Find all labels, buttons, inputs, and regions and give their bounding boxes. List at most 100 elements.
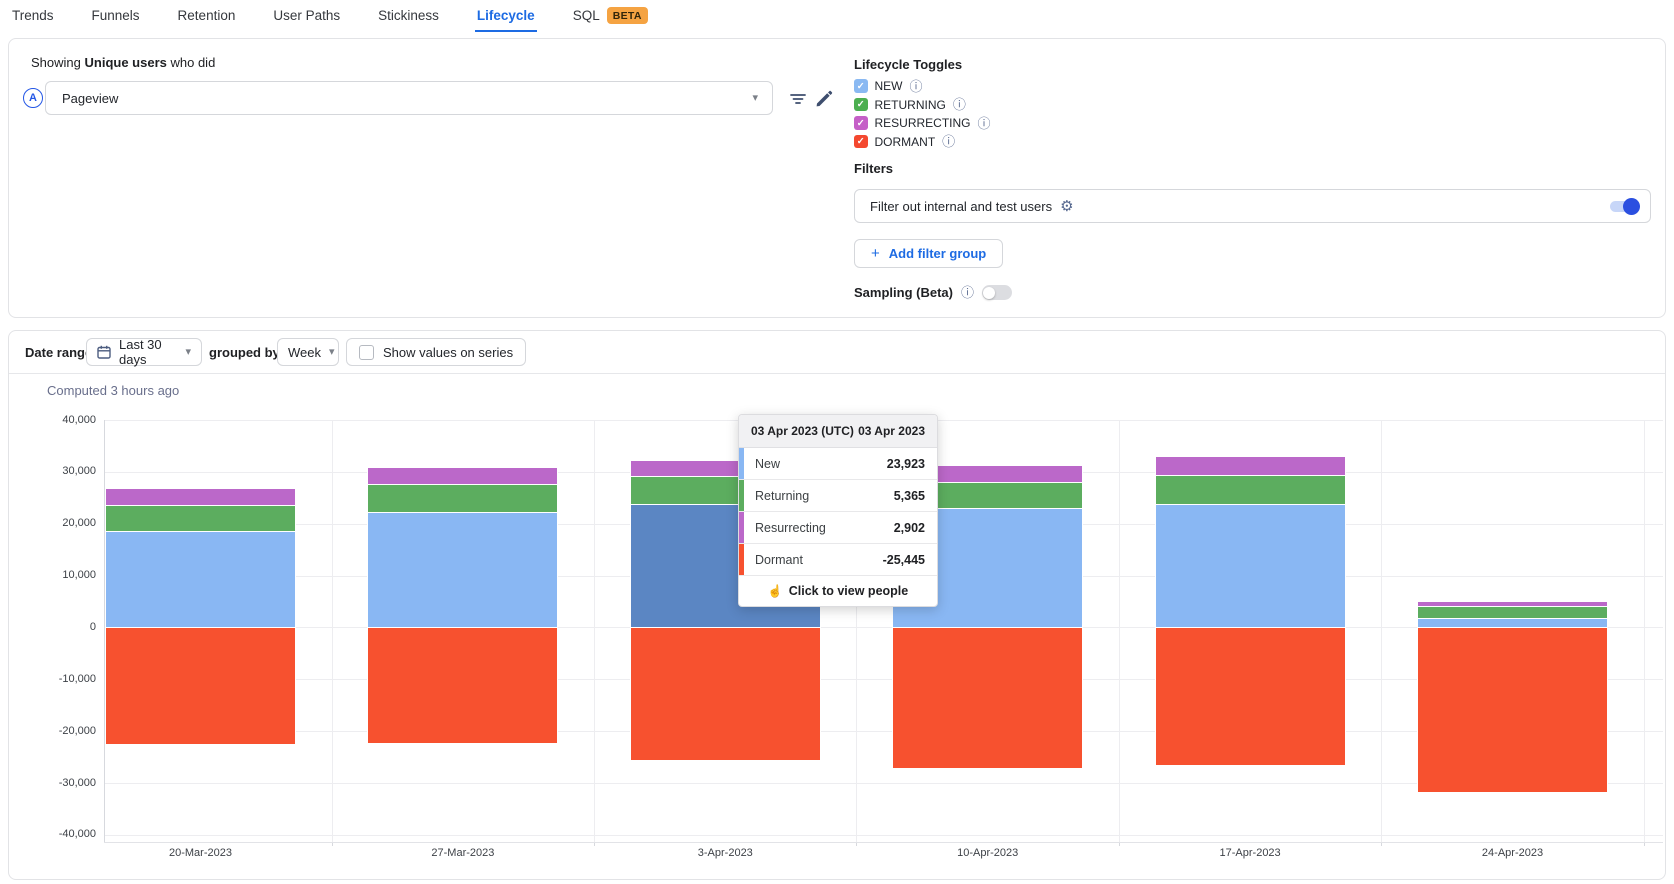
series-color-strip xyxy=(739,512,744,543)
tab-sql-label: SQL xyxy=(573,8,600,23)
bar-segment-new[interactable] xyxy=(1156,504,1345,628)
resurrecting-label: RESURRECTING xyxy=(875,116,971,130)
event-select[interactable]: Pageview ▾ xyxy=(45,81,773,115)
tooltip-row-dormant: Dormant -25,445 xyxy=(739,544,937,576)
chart-tooltip: 03 Apr 2023 (UTC) 03 Apr 2023 New 23,923… xyxy=(738,414,938,607)
dormant-info-icon[interactable]: ⓘ xyxy=(942,135,955,148)
tooltip-row-returning: Returning 5,365 xyxy=(739,480,937,512)
dormant-label: DORMANT xyxy=(875,135,936,149)
bar-segment-dormant[interactable] xyxy=(1156,628,1345,765)
tooltip-row-value: -25,445 xyxy=(883,553,925,567)
tooltip-footer-label: Click to view people xyxy=(789,584,908,598)
bar-segment-new[interactable] xyxy=(368,512,557,627)
bar-segment-returning[interactable] xyxy=(106,505,295,531)
y-axis-tick-label: 0 xyxy=(16,621,96,633)
sampling-label: Sampling (Beta) xyxy=(854,285,953,300)
tooltip-view-people-action[interactable]: ☝ Click to view people xyxy=(739,576,937,606)
gear-icon[interactable]: ⚙ xyxy=(1060,199,1073,214)
returning-label: RETURNING xyxy=(875,98,946,112)
showing-suffix: who did xyxy=(170,55,215,70)
tooltip-date-utc: 03 Apr 2023 (UTC) xyxy=(751,424,854,438)
lifecycle-report-page: Trends Funnels Retention User Paths Stic… xyxy=(0,0,1674,884)
add-filter-group-button[interactable]: + Add filter group xyxy=(854,239,1003,268)
y-axis-tick-label: -30,000 xyxy=(16,777,96,789)
series-color-strip xyxy=(739,448,744,479)
series-color-strip xyxy=(739,480,744,511)
x-axis-tick-label: 10-Apr-2023 xyxy=(923,847,1053,859)
tab-user-paths[interactable]: User Paths xyxy=(271,0,342,32)
toggle-knob xyxy=(1623,198,1640,215)
internal-users-filter-toggle[interactable] xyxy=(1610,201,1638,212)
y-axis-tick-label: -10,000 xyxy=(16,673,96,685)
tab-stickiness[interactable]: Stickiness xyxy=(376,0,441,32)
tooltip-row-resurrecting: Resurrecting 2,902 xyxy=(739,512,937,544)
tab-lifecycle[interactable]: Lifecycle xyxy=(475,0,537,32)
chevron-down-icon: ▾ xyxy=(752,93,758,104)
tooltip-row-label: Returning xyxy=(755,489,894,503)
bar-segment-dormant[interactable] xyxy=(1418,628,1607,792)
y-axis-tick-label: 30,000 xyxy=(16,465,96,477)
showing-prefix: Showing xyxy=(31,55,81,70)
returning-info-icon[interactable]: ⓘ xyxy=(953,98,966,111)
resurrecting-checkbox[interactable]: ✓ xyxy=(854,116,868,130)
query-builder-panel: Showing Unique users who did A Pageview … xyxy=(8,38,1666,318)
bar-segment-returning[interactable] xyxy=(1156,475,1345,504)
x-axis-tick-label: 3-Apr-2023 xyxy=(660,847,790,859)
step-a-badge: A xyxy=(23,88,43,108)
tooltip-row-label: New xyxy=(755,457,887,471)
beta-badge: BETA xyxy=(607,7,648,24)
bar-segment-returning[interactable] xyxy=(1418,606,1607,617)
bar-segment-dormant[interactable] xyxy=(893,628,1082,768)
bar-segment-resurrecting[interactable] xyxy=(1156,457,1345,475)
sampling-row: Sampling (Beta) ⓘ xyxy=(854,285,1012,300)
showing-line: Showing Unique users who did xyxy=(31,55,215,70)
sampling-toggle[interactable] xyxy=(982,285,1012,300)
resurrecting-info-icon[interactable]: ⓘ xyxy=(978,117,991,130)
lifecycle-toggles-title: Lifecycle Toggles xyxy=(854,57,962,72)
tooltip-row-new: New 23,923 xyxy=(739,448,937,480)
toggle-row-resurrecting: ✓ RESURRECTING ⓘ xyxy=(854,115,991,131)
sampling-info-icon[interactable]: ⓘ xyxy=(961,286,974,299)
x-axis-tick-label: 27-Mar-2023 xyxy=(398,847,528,859)
tab-sql[interactable]: SQL BETA xyxy=(571,0,650,33)
new-checkbox[interactable]: ✓ xyxy=(854,79,868,93)
series-color-strip xyxy=(739,544,744,575)
y-axis-tick-label: -20,000 xyxy=(16,725,96,737)
internal-users-filter-label: Filter out internal and test users xyxy=(870,199,1052,214)
tab-funnels[interactable]: Funnels xyxy=(90,0,142,32)
y-axis-tick-label: -40,000 xyxy=(16,828,96,840)
x-axis-tick-label: 24-Apr-2023 xyxy=(1448,847,1578,859)
report-tabs: Trends Funnels Retention User Paths Stic… xyxy=(10,0,650,32)
pointer-hand-icon: ☝ xyxy=(768,584,783,598)
bar-segment-dormant[interactable] xyxy=(368,628,557,744)
y-axis-tick-label: 20,000 xyxy=(16,517,96,529)
event-select-value: Pageview xyxy=(62,91,752,106)
tab-retention[interactable]: Retention xyxy=(176,0,238,32)
bar-segment-resurrecting[interactable] xyxy=(106,489,295,505)
y-axis-tick-label: 40,000 xyxy=(16,414,96,426)
bar-segment-resurrecting[interactable] xyxy=(368,468,557,484)
lifecycle-settings-column: Lifecycle Toggles ✓ NEW ⓘ ✓ RETURNING ⓘ … xyxy=(854,39,1659,317)
bar-segment-resurrecting[interactable] xyxy=(1418,602,1607,607)
returning-checkbox[interactable]: ✓ xyxy=(854,98,868,112)
edit-pencil-icon[interactable] xyxy=(815,90,833,108)
plus-icon: + xyxy=(871,245,880,262)
bar-segment-returning[interactable] xyxy=(368,484,557,512)
tooltip-row-label: Resurrecting xyxy=(755,521,894,535)
tooltip-row-value: 23,923 xyxy=(887,457,925,471)
new-info-icon[interactable]: ⓘ xyxy=(910,80,923,93)
y-axis-tick-label: 10,000 xyxy=(16,569,96,581)
chart-panel: Date range Last 30 days ▾ grouped by Wee… xyxy=(8,330,1666,880)
x-axis-tick-label: 20-Mar-2023 xyxy=(136,847,266,859)
bar-segment-new[interactable] xyxy=(106,531,295,627)
bar-segment-dormant[interactable] xyxy=(631,628,820,760)
tab-trends[interactable]: Trends xyxy=(10,0,56,32)
internal-users-filter-row[interactable]: Filter out internal and test users ⚙ xyxy=(854,189,1651,223)
showing-metric: Unique users xyxy=(85,55,167,70)
dormant-checkbox[interactable]: ✓ xyxy=(854,135,868,149)
tooltip-row-label: Dormant xyxy=(755,553,883,567)
filter-event-icon[interactable] xyxy=(789,90,807,108)
bar-segment-dormant[interactable] xyxy=(106,628,295,745)
bar-segment-new[interactable] xyxy=(1418,618,1607,628)
tooltip-header: 03 Apr 2023 (UTC) 03 Apr 2023 xyxy=(739,415,937,448)
